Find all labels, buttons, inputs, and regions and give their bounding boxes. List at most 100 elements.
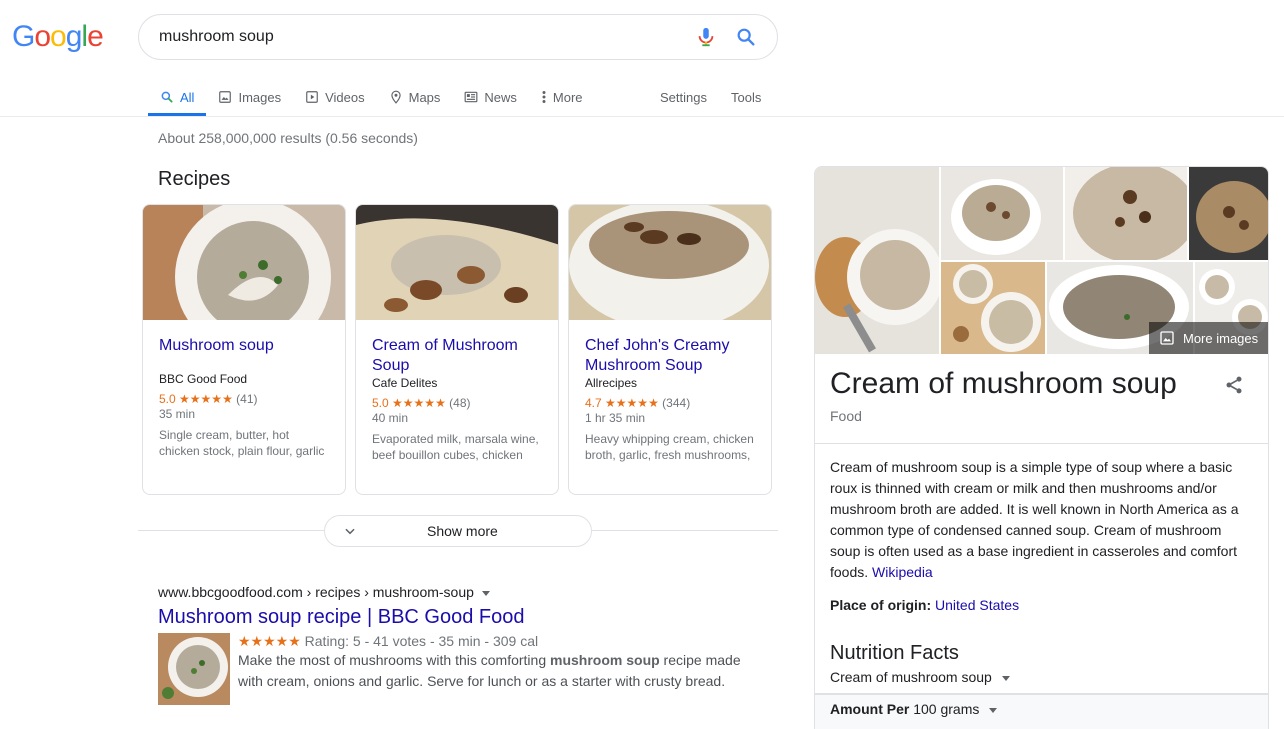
gallery-image[interactable] <box>941 262 1045 354</box>
tab-all[interactable]: All <box>148 78 207 116</box>
show-more-label: Show more <box>427 523 498 539</box>
rating-value: 4.7 <box>585 396 602 410</box>
nutrition-item-label: Cream of mushroom soup <box>830 669 992 685</box>
recipe-image[interactable] <box>356 205 558 320</box>
microphone-icon[interactable] <box>695 26 717 48</box>
nutrition-facts-heading: Nutrition Facts <box>830 642 959 664</box>
recipe-title[interactable]: Chef John's Creamy Mushroom Soup <box>585 336 755 376</box>
settings-link[interactable]: Settings <box>660 90 707 105</box>
snippet-text: Make the most of mushrooms with this com… <box>238 652 550 668</box>
tab-label: All <box>180 89 195 105</box>
google-logo[interactable]: Google <box>12 20 104 54</box>
star-rating-icon: ★★★★★ <box>238 633 301 649</box>
amount-label: Amount Per <box>830 701 910 717</box>
recipe-card[interactable]: Chef John's Creamy Mushroom Soup Allreci… <box>568 204 772 495</box>
nutrition-item-dropdown[interactable]: Cream of mushroom soup <box>830 669 1010 685</box>
amount-value: 100 grams <box>909 701 980 717</box>
search-input[interactable]: mushroom soup <box>159 28 695 46</box>
tab-more[interactable]: More <box>529 78 595 116</box>
entity-subtitle: Food <box>830 408 862 424</box>
recipe-image[interactable] <box>143 205 345 320</box>
result-snippet: Make the most of mushrooms with this com… <box>238 650 758 692</box>
star-rating-icon: ★★★★★ <box>605 396 659 410</box>
recipe-time: 35 min <box>159 407 196 421</box>
entity-title: Cream of mushroom soup <box>830 367 1177 400</box>
result-rating-meta: ★★★★★ Rating: 5 - 41 votes - 35 min - 30… <box>238 633 758 650</box>
gallery-image[interactable] <box>941 167 1063 260</box>
rating-value: 5.0 <box>372 396 389 410</box>
star-rating-icon: ★★★★★ <box>392 396 446 410</box>
image-icon <box>1159 330 1175 346</box>
search-icon <box>160 90 174 104</box>
video-icon <box>305 90 319 104</box>
dropdown-arrow-icon <box>989 707 998 713</box>
more-vert-icon <box>541 90 547 104</box>
recipe-title[interactable]: Mushroom soup <box>159 336 329 356</box>
recipe-source: Allrecipes <box>585 376 638 390</box>
result-breadcrumb: www.bbcgoodfood.com › recipes › mushroom… <box>158 584 474 600</box>
star-rating-icon: ★★★★★ <box>179 392 233 406</box>
tab-news[interactable]: News <box>452 78 529 116</box>
gallery-image[interactable] <box>1065 167 1187 260</box>
amount-per-dropdown[interactable]: Amount Per 100 grams <box>830 701 998 717</box>
tab-maps[interactable]: Maps <box>377 78 453 116</box>
rating-votes: (48) <box>449 396 471 410</box>
map-pin-icon <box>389 90 403 104</box>
dropdown-arrow-icon[interactable] <box>481 590 490 596</box>
tab-label: Videos <box>325 89 365 105</box>
tab-label: Images <box>238 89 282 105</box>
result-title[interactable]: Mushroom soup recipe | BBC Good Food <box>158 606 758 629</box>
recipe-card[interactable]: Cream of Mushroom Soup Cafe Delites 5.0 … <box>355 204 559 495</box>
image-icon <box>218 90 232 104</box>
more-images-button[interactable]: More images <box>1149 322 1268 354</box>
search-icon[interactable] <box>735 26 757 48</box>
more-images-label: More images <box>1183 330 1259 346</box>
recipe-carousel: Mushroom soup BBC Good Food 5.0 ★★★★★ (4… <box>142 204 772 495</box>
result-thumbnail[interactable] <box>158 633 230 705</box>
recipe-time: 1 hr 35 min <box>585 411 646 425</box>
divider <box>815 443 1268 444</box>
entity-description: Cream of mushroom soup is a simple type … <box>830 457 1255 583</box>
tab-label: News <box>484 89 517 105</box>
search-box[interactable]: mushroom soup <box>138 14 778 60</box>
rating-votes: (41) <box>236 392 258 406</box>
snippet-highlight: mushroom soup <box>550 652 660 668</box>
recipe-ingredients: Evaporated milk, marsala wine, beef boui… <box>372 432 539 462</box>
origin-link[interactable]: United States <box>935 597 1019 613</box>
recipe-time: 40 min <box>372 411 409 425</box>
recipe-rating: 4.7 ★★★★★ (344) <box>585 396 755 410</box>
description-text: Cream of mushroom soup is a simple type … <box>830 459 1239 580</box>
image-gallery[interactable]: More images <box>815 167 1268 354</box>
place-of-origin: Place of origin: United States <box>830 597 1019 613</box>
recipes-heading: Recipes <box>158 168 231 190</box>
recipe-ingredients: Single cream, butter, hot chicken stock,… <box>159 428 325 458</box>
header-divider <box>0 116 1284 117</box>
recipe-rating: 5.0 ★★★★★ (48) <box>372 396 542 410</box>
chevron-down-icon <box>343 524 357 538</box>
result-stats: About 258,000,000 results (0.56 seconds) <box>158 130 418 146</box>
tab-label: Maps <box>408 89 441 105</box>
rating-votes: (344) <box>662 396 691 410</box>
wikipedia-link[interactable]: Wikipedia <box>872 564 933 580</box>
recipe-source: BBC Good Food <box>159 372 248 386</box>
recipe-card[interactable]: Mushroom soup BBC Good Food 5.0 ★★★★★ (4… <box>142 204 346 495</box>
recipe-image[interactable] <box>569 205 771 320</box>
recipe-title[interactable]: Cream of Mushroom Soup <box>372 336 542 376</box>
gallery-image[interactable] <box>815 167 939 354</box>
share-icon[interactable] <box>1224 375 1244 395</box>
origin-label: Place of origin: <box>830 597 936 613</box>
rating-text: Rating: 5 - 41 votes - 35 min - 309 cal <box>304 633 539 649</box>
tab-videos[interactable]: Videos <box>293 78 377 116</box>
news-icon <box>464 90 478 104</box>
search-tabs: All Images Videos Maps News More <box>148 78 595 116</box>
recipe-ingredients: Heavy whipping cream, chicken broth, gar… <box>585 432 754 462</box>
tab-label: More <box>552 89 583 105</box>
search-result: www.bbcgoodfood.com › recipes › mushroom… <box>158 584 758 705</box>
show-more-button[interactable]: Show more <box>324 515 592 547</box>
gallery-image[interactable] <box>1189 167 1268 260</box>
tab-images[interactable]: Images <box>206 78 293 116</box>
tools-link[interactable]: Tools <box>731 90 761 105</box>
recipe-source: Cafe Delites <box>372 376 438 390</box>
result-url[interactable]: www.bbcgoodfood.com › recipes › mushroom… <box>158 584 758 600</box>
dropdown-arrow-icon <box>1001 675 1010 681</box>
